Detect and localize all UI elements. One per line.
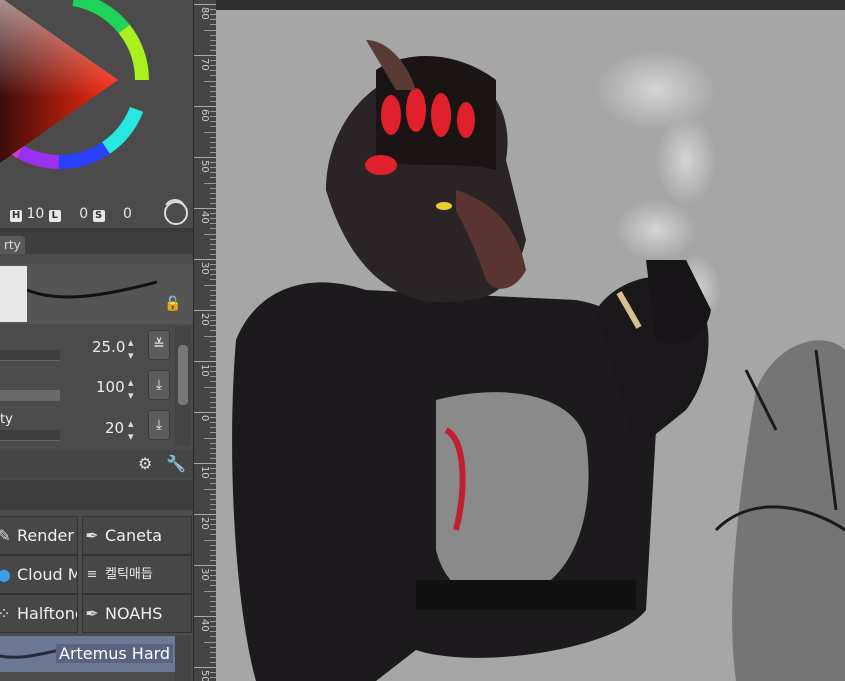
dots-icon: ⁘ — [0, 595, 13, 632]
h-value: 10 — [26, 206, 45, 222]
brush-icon: ✎ — [0, 517, 13, 554]
property-footer — [0, 450, 193, 478]
color-mode-icon[interactable] — [164, 201, 188, 225]
slider-value-opacity[interactable]: 100 — [96, 378, 125, 396]
tab-tool-property[interactable]: rty — [0, 236, 25, 254]
brush-item-caneta[interactable]: ✒ Caneta — [82, 516, 192, 555]
brush-scrollbar[interactable] — [175, 636, 191, 681]
artwork — [232, 40, 845, 681]
slider-track-third[interactable] — [0, 430, 60, 441]
canvas[interactable] — [216, 10, 845, 681]
ruler-major-tick — [194, 4, 217, 5]
ruler-major-tick — [194, 565, 217, 566]
spin-arrows[interactable]: ▴ ▾ — [128, 336, 134, 362]
ruler-major-tick — [194, 667, 217, 668]
pen-nib-icon: ✒ — [85, 526, 99, 545]
size-dynamics-button[interactable]: ≚ — [148, 330, 170, 360]
settings-wheel-icon[interactable]: ⚙ — [138, 454, 152, 473]
brush-stroke-preview — [27, 280, 157, 299]
ruler-label: 50 — [199, 160, 210, 173]
color-wheel[interactable] — [0, 0, 193, 205]
s-value: 0 — [79, 206, 89, 222]
vertical-ruler: 80 70 60 50 40 30 20 10 0 10 20 30 40 50 — [193, 0, 217, 681]
lines-icon: ≡ — [86, 567, 98, 582]
brush-item-noahs[interactable]: ✒ NOAHS — [82, 594, 192, 633]
ruler-major-tick — [194, 412, 217, 413]
brush-panel-header — [0, 480, 193, 510]
ruler-major-tick — [194, 157, 217, 158]
ruler-major-tick — [194, 361, 217, 362]
l-label: L — [48, 210, 61, 222]
selected-brush-label: Artemus Hard — [56, 644, 174, 663]
hsv-readout: H 10 L 0 S 0 — [10, 206, 132, 222]
spin-arrows[interactable]: ▴ ▾ — [128, 417, 134, 443]
ruler-major-tick — [194, 616, 217, 617]
ruler-label: 20 — [199, 313, 210, 326]
third-dynamics-button[interactable]: ⤓ — [148, 410, 170, 440]
ruler-label: 70 — [199, 58, 210, 71]
ruler-major-tick — [194, 514, 217, 515]
ruler-major-tick — [194, 55, 217, 56]
pen-nib-icon: ✒ — [85, 604, 99, 623]
ruler-label: 40 — [199, 211, 210, 224]
ruler-label: 30 — [199, 262, 210, 275]
ruler-major-tick — [194, 310, 217, 311]
ruler-major-tick — [194, 463, 217, 464]
s-label: S — [92, 210, 105, 222]
selected-brush-row[interactable]: Artemus Hard — [0, 636, 175, 672]
ruler-label: 10 — [199, 466, 210, 479]
canvas-topbar — [216, 0, 845, 10]
spin-arrows[interactable]: ▴ ▾ — [128, 376, 134, 402]
ruler-label: 0 — [199, 415, 210, 422]
slider-track-opacity[interactable] — [0, 390, 60, 401]
h-label: H — [10, 210, 22, 222]
slider-value-size[interactable]: 25.0 — [92, 338, 125, 356]
property-scrollbar-thumb[interactable] — [178, 345, 188, 405]
ruler-major-tick — [194, 208, 217, 209]
slider-track-size[interactable] — [0, 350, 60, 361]
ruler-major-tick — [194, 259, 217, 260]
cloud-icon: ● — [0, 556, 13, 593]
ruler-label: 10 — [199, 364, 210, 377]
ruler-label: 60 — [199, 109, 210, 122]
slider-value-third[interactable]: 20 — [105, 419, 124, 437]
slider-label-third: ty — [0, 412, 13, 427]
ruler-label: 50 — [199, 670, 210, 681]
ruler-label: 20 — [199, 517, 210, 530]
v-value: 0 — [123, 206, 132, 222]
brush-item-celtic[interactable]: ≡ 켈틱매듭 — [82, 555, 192, 594]
ruler-major-tick — [194, 106, 217, 107]
ruler-label: 30 — [199, 568, 210, 581]
lock-icon[interactable]: 🔓 — [164, 296, 181, 312]
tab-bar — [0, 232, 193, 254]
brush-item-cloud[interactable]: ●Cloud M — [0, 555, 78, 594]
ruler-label: 80 — [199, 7, 210, 20]
brush-item-halftone[interactable]: ⁘Halftone — [0, 594, 78, 633]
brush-preview-swatch — [0, 266, 27, 322]
opacity-dynamics-button[interactable]: ⤓ — [148, 370, 170, 400]
left-panel: H 10 L 0 S 0 rty 🔓 25.0 ▴ ▾ ≚ 100 ▴ ▾ ⤓ ty… — [0, 0, 193, 681]
ruler-label: 40 — [199, 619, 210, 632]
selected-brush-stroke — [0, 648, 60, 659]
wrench-icon[interactable]: 🔧 — [166, 454, 186, 473]
brush-item-render[interactable]: ✎Render — [0, 516, 78, 555]
